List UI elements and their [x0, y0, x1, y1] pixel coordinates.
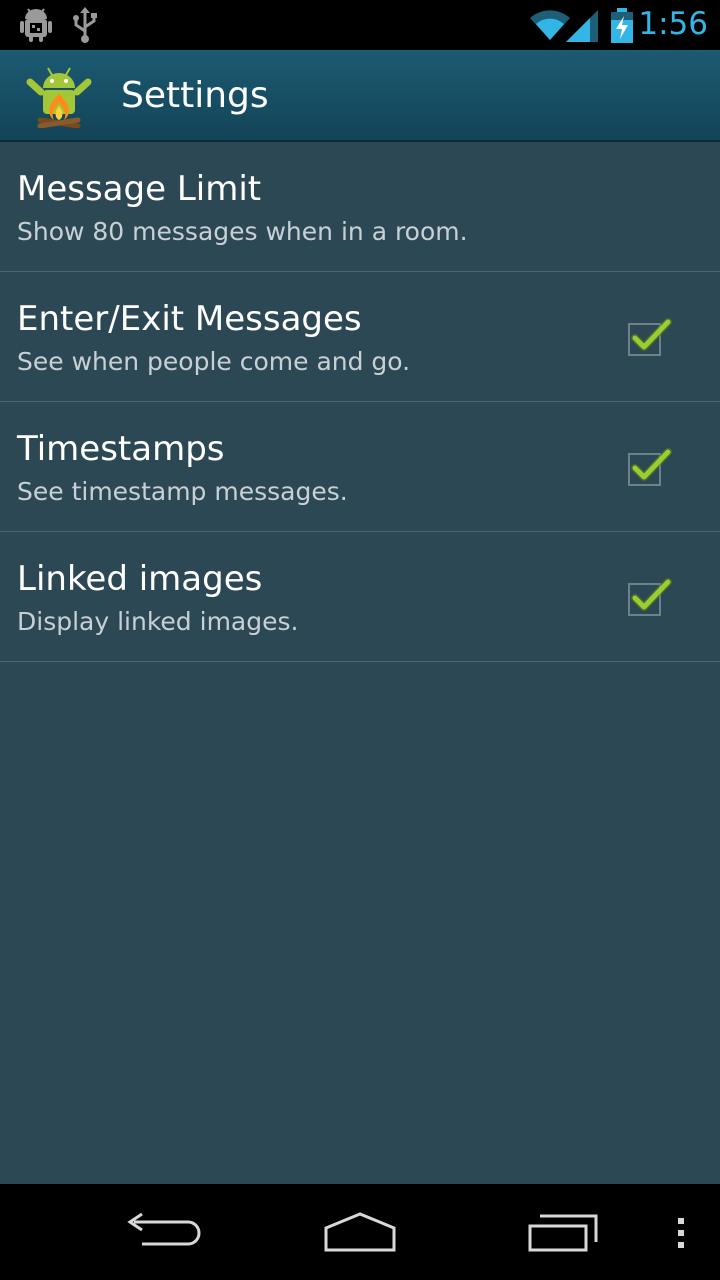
- pref-timestamps[interactable]: Timestamps See timestamp messages.: [0, 402, 720, 532]
- android-debug-icon: [20, 8, 52, 42]
- navigation-bar: [0, 1184, 720, 1280]
- timestamps-checkbox[interactable]: [626, 446, 672, 488]
- page-title: Settings: [121, 75, 269, 116]
- pref-message-limit[interactable]: Message Limit Show 80 messages when in a…: [0, 142, 720, 272]
- linked-images-checkbox[interactable]: [626, 576, 672, 618]
- home-icon[interactable]: [312, 1184, 408, 1280]
- pref-title: Enter/Exit Messages: [17, 299, 362, 339]
- status-bar: 1:56: [0, 0, 720, 50]
- status-time: 1:56: [638, 6, 708, 42]
- action-bar: Settings: [0, 50, 720, 142]
- pref-summary: Show 80 messages when in a room.: [17, 217, 468, 246]
- pref-linked-images[interactable]: Linked images Display linked images.: [0, 532, 720, 662]
- cell-signal-icon: [566, 10, 598, 42]
- pref-summary: See timestamp messages.: [17, 477, 348, 506]
- menu-overflow-icon[interactable]: [664, 1184, 698, 1280]
- pref-summary: Display linked images.: [17, 607, 299, 636]
- pref-title: Linked images: [17, 559, 263, 599]
- enter-exit-checkbox[interactable]: [626, 316, 672, 358]
- android-campfire-icon[interactable]: [26, 64, 92, 128]
- pref-title: Message Limit: [17, 169, 262, 209]
- back-icon[interactable]: [112, 1184, 208, 1280]
- battery-charging-icon: [611, 8, 633, 43]
- pref-title: Timestamps: [17, 429, 225, 469]
- usb-icon: [73, 7, 97, 43]
- settings-list: Message Limit Show 80 messages when in a…: [0, 142, 720, 1184]
- pref-enter-exit-messages[interactable]: Enter/Exit Messages See when people come…: [0, 272, 720, 402]
- recent-apps-icon[interactable]: [514, 1184, 610, 1280]
- pref-summary: See when people come and go.: [17, 347, 411, 376]
- wifi-icon: [530, 10, 570, 40]
